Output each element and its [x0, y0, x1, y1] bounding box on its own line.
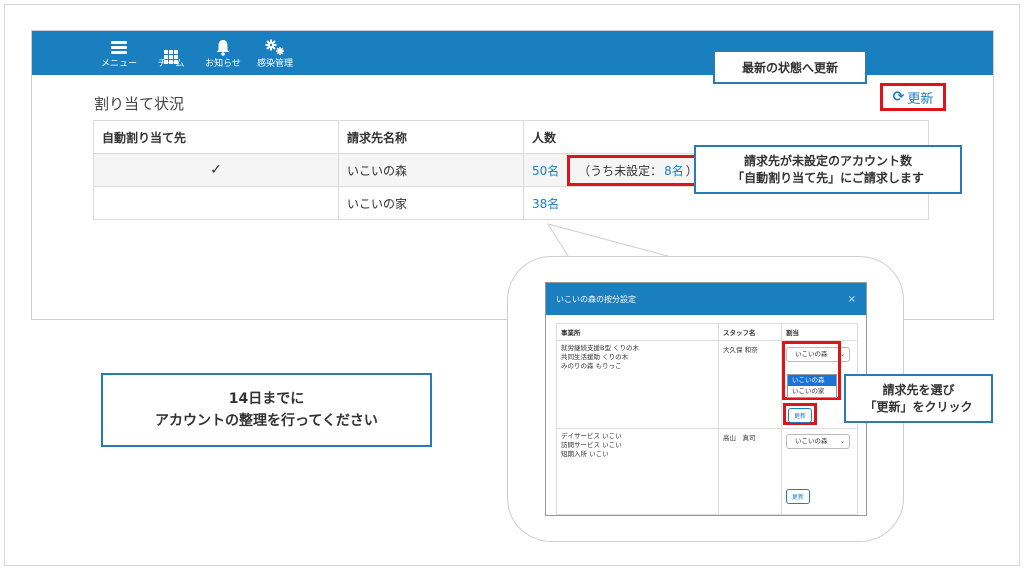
- assign-dropdown-list[interactable]: いこいの森 いこいの家: [787, 374, 837, 398]
- office-name: 訪問サービス いこい: [561, 441, 622, 449]
- update-button-highlight: 更新: [783, 403, 817, 425]
- dropdown-option[interactable]: いこいの森: [788, 375, 836, 386]
- modal-title: いこいの森の按分設定: [556, 294, 636, 304]
- office-name: デイサービス いこい: [561, 432, 622, 440]
- office-name: 就労継続支援B型 くりの木: [561, 344, 640, 352]
- bubble-tail-cover: [573, 258, 688, 260]
- table-row: デイサービス いこい 訪問サービス いこい 短期入所 いこい 高山 真司 いこい…: [556, 428, 858, 515]
- select-callout-line2: 「更新」をクリック: [864, 399, 973, 414]
- assign-select[interactable]: いこいの森 ⌄: [786, 434, 850, 449]
- office-name: みのりの森 もりっこ: [561, 362, 622, 370]
- office-cell: デイサービス いこい 訪問サービス いこい 短期入所 いこい: [556, 428, 719, 515]
- select-callout-line1: 請求先を選び: [882, 382, 955, 397]
- office-cell: 就労継続支援B型 くりの木 共同生活援助 くりの木 みのりの森 もりっこ: [556, 340, 719, 429]
- modal-col-office: 事業所: [556, 323, 719, 341]
- assign-cell: いこいの森 ⌄ 更新: [781, 428, 858, 515]
- staff-name: 大久保 和奈: [718, 340, 782, 429]
- staff-name: 高山 真司: [718, 428, 782, 515]
- select-callout: 請求先を選び 「更新」をクリック: [844, 374, 993, 423]
- office-name: 共同生活援助 くりの木: [561, 353, 629, 361]
- dropdown-option[interactable]: いこいの家: [788, 386, 836, 397]
- modal-col-assign: 割当: [781, 323, 858, 341]
- assign-select-value: いこいの森: [795, 437, 828, 445]
- office-name: 短期入所 いこい: [561, 450, 609, 458]
- update-button[interactable]: 更新: [788, 408, 813, 423]
- close-icon[interactable]: ×: [848, 294, 856, 305]
- modal-header-row: 事業所 スタッフ名 割当: [556, 323, 858, 341]
- chevron-down-icon: ⌄: [839, 438, 845, 445]
- modal-col-staff: スタッフ名: [718, 323, 782, 341]
- update-button[interactable]: 更新: [786, 489, 811, 504]
- modal-header: いこいの森の按分設定 ×: [546, 283, 866, 315]
